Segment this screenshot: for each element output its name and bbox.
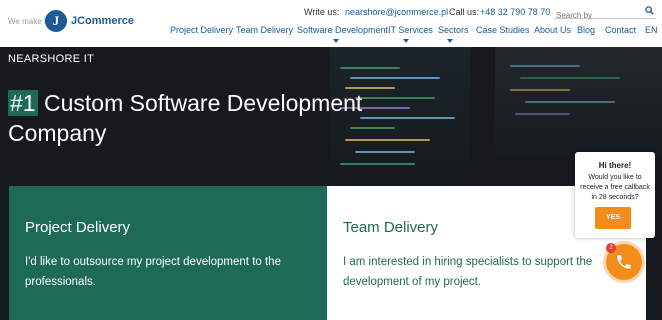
- nav-sectors[interactable]: Sectors: [438, 25, 469, 35]
- nav-it-services[interactable]: IT Services: [388, 25, 433, 35]
- headline-highlight: #1: [8, 90, 38, 116]
- popup-title: Hi there!: [598, 161, 632, 170]
- phone-text: +48 32 790 78 70: [480, 7, 551, 17]
- hero-eyebrow: NEARSHORE IT: [8, 53, 95, 65]
- card-description: I am interested in hiring specialists to…: [343, 256, 593, 288]
- nav-about-us[interactable]: About Us: [534, 25, 571, 35]
- card-title: Team Delivery: [343, 219, 439, 236]
- popup-text: Would you like to receive a free callbac…: [580, 174, 650, 201]
- chevron-down-icon: [333, 39, 339, 43]
- main-nav: Project Delivery Team Delivery Software …: [0, 25, 662, 43]
- hero-headline: #1 Custom Software Development Company: [8, 88, 408, 148]
- nav-language[interactable]: EN: [645, 25, 658, 35]
- write-us-label: Write us:: [304, 7, 340, 17]
- chevron-down-icon: [403, 39, 409, 43]
- nav-contact[interactable]: Contact: [605, 25, 636, 35]
- card-title: Project Delivery: [25, 219, 131, 236]
- phone-link[interactable]: +48 32 790 78 70: [480, 7, 550, 17]
- nav-project-delivery[interactable]: Project Delivery: [170, 25, 233, 35]
- phone-icon: [617, 255, 631, 269]
- project-delivery-card[interactable]: Project Delivery I'd like to outsource m…: [9, 186, 327, 320]
- email-link[interactable]: nearshore@jcommerce.pl: [345, 7, 448, 17]
- site-header: We make IT J JCommerce Write us: nearsho…: [0, 0, 662, 47]
- notification-badge: 2: [606, 243, 616, 253]
- nav-software-development[interactable]: Software Development: [297, 25, 388, 35]
- headline-text: Custom Software Development Company: [8, 90, 363, 146]
- email-text: nearshore@jcommerce.pl: [345, 7, 449, 17]
- search-box: [554, 5, 656, 20]
- chevron-down-icon: [447, 39, 453, 43]
- nav-blog[interactable]: Blog: [577, 25, 595, 35]
- call-us-label: Call us:: [449, 7, 480, 17]
- card-description: I'd like to outsource my project develop…: [25, 256, 281, 288]
- nav-case-studies[interactable]: Case Studies: [476, 25, 530, 35]
- code-background: [495, 47, 662, 157]
- yes-button[interactable]: YES: [595, 207, 631, 229]
- callback-popup: Hi there! Would you like to receive a fr…: [575, 152, 655, 238]
- search-icon[interactable]: [645, 6, 654, 15]
- search-input[interactable]: [554, 9, 641, 20]
- nav-team-delivery[interactable]: Team Delivery: [236, 25, 293, 35]
